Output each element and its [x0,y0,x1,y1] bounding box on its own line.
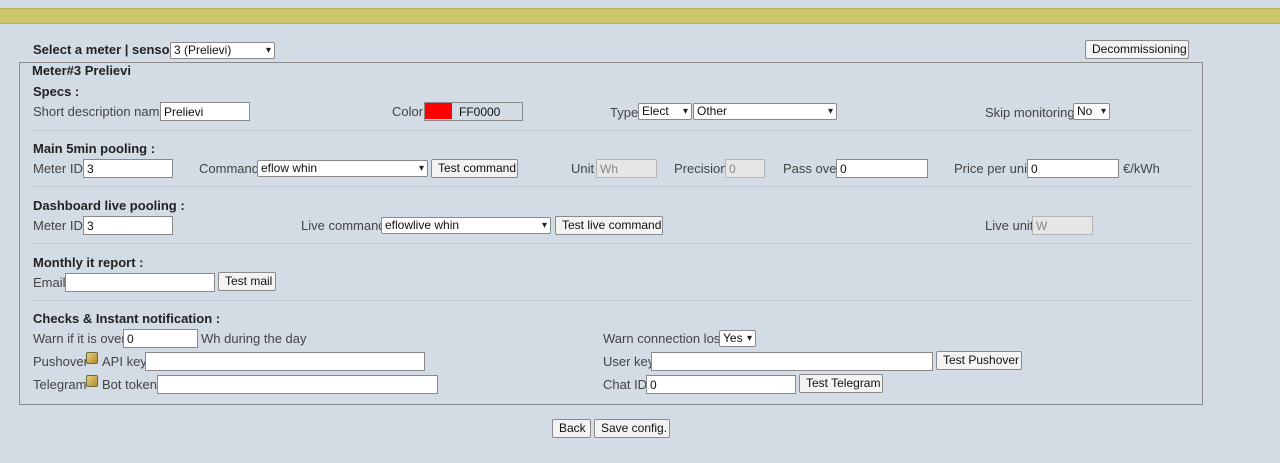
chevron-down-icon: ▾ [746,333,752,344]
warn-over-suffix: Wh during the day [201,331,307,346]
skip-monitoring-label: Skip monitoring [985,105,1075,120]
price-input[interactable] [1027,159,1119,178]
type-select-value: Elect [642,104,669,118]
price-unit: €/kWh [1123,161,1160,176]
test-telegram-button[interactable]: Test Telegram [799,374,883,393]
test-pushover-button[interactable]: Test Pushover [936,351,1022,370]
live-pooling-title: Dashboard live pooling : [33,198,185,213]
meter-select-label: Select a meter | sensor : [33,42,183,57]
divider [30,130,1192,131]
live-command-select[interactable]: eflowlive whin ▾ [381,217,551,234]
skip-monitoring-select[interactable]: No ▾ [1073,103,1110,120]
warn-connection-value: Yes [723,331,743,345]
test-command-button[interactable]: Test command [431,159,518,178]
warn-connection-label: Warn connection lost [603,331,724,346]
telegram-icon[interactable] [86,375,98,387]
divider [30,186,1192,187]
pushover-icon[interactable] [86,352,98,364]
pass-over-label: Pass over [783,161,841,176]
email-label: Email [33,275,66,290]
main-meter-id-label: Meter ID [33,161,83,176]
live-meter-id-label: Meter ID [33,218,83,233]
chevron-down-icon: ▾ [682,106,688,117]
color-swatch [425,103,452,119]
test-mail-button[interactable]: Test mail [218,272,276,291]
color-label: Color [392,104,424,119]
command-select-value: eflow whin [261,161,318,175]
short-desc-input[interactable] [160,102,250,121]
live-command-select-value: eflowlive whin [385,218,460,232]
price-label: Price per unit [954,161,1031,176]
unit-input [596,159,657,178]
save-config-button[interactable]: Save config. [594,419,670,438]
chevron-down-icon: ▾ [418,163,424,174]
main-pooling-title: Main 5min pooling : [33,141,156,156]
divider [30,300,1192,301]
decommissioning-button[interactable]: Decommissioning [1085,40,1189,59]
meter-select[interactable]: 3 (Prelievi) ▾ [170,42,275,59]
chevron-down-icon: ▾ [1100,106,1106,117]
user-key-label: User key [603,354,655,369]
live-command-label: Live command [301,218,386,233]
meter-legend: Meter#3 Prelievi [30,63,134,78]
main-meter-id-input[interactable] [83,159,173,178]
type-label: Type [610,105,639,120]
skip-monitoring-value: No [1077,104,1093,118]
top-bar [0,8,1280,24]
warn-over-label: Warn if it is over [33,331,126,346]
api-key-input[interactable] [145,352,425,371]
chat-id-input[interactable] [646,375,796,394]
warn-over-input[interactable] [123,329,198,348]
type-select[interactable]: Elect ▾ [638,103,692,120]
precision-label: Precision [674,161,728,176]
pushover-label: Pushover [33,354,88,369]
chevron-down-icon: ▾ [541,220,547,231]
warn-connection-select[interactable]: Yes ▾ [719,330,756,347]
precision-input [725,159,765,178]
bot-token-input[interactable] [157,375,438,394]
monthly-report-title: Monthly it report : [33,255,144,270]
subtype-select[interactable]: Other ▾ [693,103,837,120]
telegram-label: Telegram [33,377,87,392]
pass-over-input[interactable] [836,159,928,178]
bot-token-label: Bot token [102,377,157,392]
meter-select-value: 3 (Prelievi) [174,43,232,57]
live-meter-id-input[interactable] [83,216,173,235]
api-key-label: API key [102,354,147,369]
back-button[interactable]: Back [552,419,591,438]
unit-label: Unit [571,161,595,176]
specs-title: Specs : [33,84,80,99]
divider [30,243,1192,244]
checks-title: Checks & Instant notification : [33,311,221,326]
live-unit-input [1032,216,1093,235]
email-input[interactable] [65,273,215,292]
live-unit-label: Live unit [985,218,1034,233]
chat-id-label: Chat ID [603,377,648,392]
subtype-select-value: Other [697,104,728,118]
chevron-down-icon: ▾ [827,106,833,117]
command-label: Command [199,161,259,176]
test-live-command-button[interactable]: Test live command [555,216,663,235]
short-desc-label: Short description name [33,104,167,119]
command-select[interactable]: eflow whin ▾ [257,160,428,177]
chevron-down-icon: ▾ [265,45,271,56]
user-key-input[interactable] [651,352,933,371]
